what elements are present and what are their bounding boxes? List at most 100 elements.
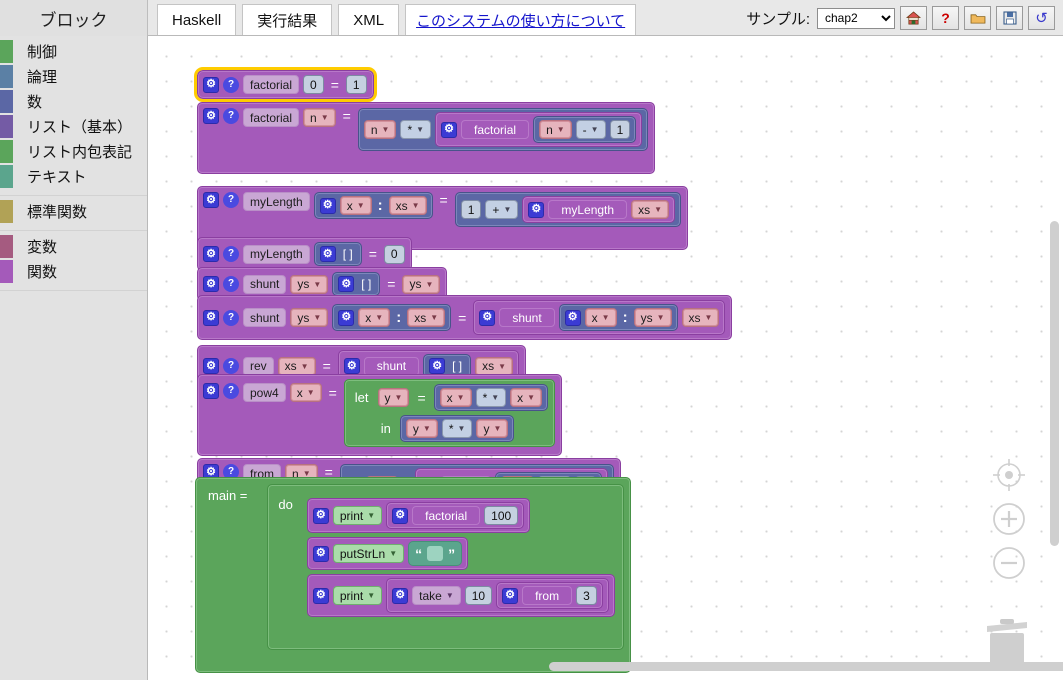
- sidebar-item-variables[interactable]: 変数: [0, 234, 147, 259]
- gear-icon[interactable]: ⚙: [203, 276, 219, 292]
- argument-variable-field[interactable]: xs▼: [475, 357, 513, 376]
- sample-select[interactable]: chap2: [817, 8, 895, 29]
- pattern-head-field[interactable]: x▼: [340, 196, 372, 215]
- help-link-tab[interactable]: このシステムの使い方について: [405, 4, 636, 35]
- tab-xml[interactable]: XML: [338, 4, 399, 35]
- function-definition-block[interactable]: ⚙ ? factorial n▼ = n▼ *▼ ⚙ factorial n▼ …: [197, 102, 655, 174]
- gear-icon[interactable]: ⚙: [203, 246, 219, 262]
- gear-icon[interactable]: ⚙: [203, 358, 219, 374]
- param-variable-field[interactable]: x▼: [290, 383, 322, 402]
- block-main[interactable]: main = do ⚙ print▼ ⚙ factorial 100 ⚙: [195, 477, 631, 673]
- function-call-block[interactable]: ⚙ take▼ 10 ⚙ from 3: [386, 578, 609, 613]
- sidebar-item-logic[interactable]: 論理: [0, 64, 147, 89]
- statement-print-factorial[interactable]: ⚙ print▼ ⚙ factorial 100: [307, 498, 530, 533]
- gear-icon[interactable]: ⚙: [528, 202, 544, 218]
- help-icon[interactable]: ?: [223, 246, 239, 262]
- tab-blocks[interactable]: ブロック: [0, 0, 148, 36]
- operator-dropdown[interactable]: -▼: [576, 120, 606, 139]
- sidebar-item-text[interactable]: テキスト: [0, 164, 147, 189]
- help-icon[interactable]: ?: [932, 6, 959, 30]
- function-call-block[interactable]: ⚙ factorial 100: [386, 502, 524, 529]
- gear-icon[interactable]: ⚙: [203, 108, 219, 124]
- function-call-block[interactable]: ⚙ shunt ⚙ x▼ : ys▼ xs▼: [473, 300, 725, 335]
- math-add-block[interactable]: 1 +▼ ⚙ myLength xs▼: [455, 192, 681, 227]
- operand-variable-field[interactable]: y▼: [406, 419, 438, 438]
- blockly-canvas[interactable]: ⚙ ? factorial 0 = 1 ⚙ ? factorial n▼ = n…: [149, 36, 1063, 680]
- standard-function-dropdown[interactable]: take▼: [412, 586, 461, 605]
- pattern-tail-field[interactable]: xs▼: [407, 308, 445, 327]
- main-definition-block[interactable]: main = do ⚙ print▼ ⚙ factorial 100 ⚙: [195, 477, 631, 673]
- param-variable-field[interactable]: ys▼: [290, 275, 328, 294]
- sidebar-item-functions[interactable]: 関数: [0, 259, 147, 284]
- math-multiply-block[interactable]: n▼ *▼ ⚙ factorial n▼ -▼ 1: [358, 108, 648, 151]
- help-icon[interactable]: ?: [223, 192, 239, 208]
- sidebar-item-control[interactable]: 制御: [0, 39, 147, 64]
- block-factorial-base[interactable]: ⚙ ? factorial 0 = 1: [197, 70, 374, 99]
- function-name-field[interactable]: rev: [243, 357, 274, 376]
- param-variable-field[interactable]: n▼: [303, 108, 336, 127]
- gear-icon[interactable]: ⚙: [338, 276, 354, 292]
- operator-dropdown[interactable]: +▼: [485, 200, 518, 219]
- pattern-head-field[interactable]: x▼: [358, 308, 390, 327]
- help-icon[interactable]: ?: [223, 108, 239, 124]
- list-cons-pattern-block[interactable]: ⚙ x▼ : xs▼: [314, 192, 433, 219]
- list-cons-pattern-block[interactable]: ⚙ x▼ : xs▼: [332, 304, 451, 331]
- function-definition-block[interactable]: ⚙ ? factorial 0 = 1: [197, 70, 374, 99]
- help-icon[interactable]: ?: [223, 310, 239, 326]
- text-literal-block[interactable]: “ ”: [408, 541, 462, 566]
- function-name-field[interactable]: myLength: [243, 245, 310, 264]
- empty-list-block[interactable]: ⚙ [ ]: [332, 272, 380, 296]
- io-function-dropdown[interactable]: putStrLn▼: [333, 544, 404, 563]
- gear-icon[interactable]: ⚙: [203, 77, 219, 93]
- body-value-field[interactable]: 0: [384, 245, 405, 264]
- do-block[interactable]: do ⚙ print▼ ⚙ factorial 100 ⚙ putStrLn▼: [267, 484, 623, 650]
- block-factorial-recursive[interactable]: ⚙ ? factorial n▼ = n▼ *▼ ⚙ factorial n▼ …: [197, 102, 655, 174]
- tab-result[interactable]: 実行結果: [242, 4, 332, 35]
- gear-icon[interactable]: ⚙: [313, 508, 329, 524]
- gear-icon[interactable]: ⚙: [441, 122, 457, 138]
- function-definition-block[interactable]: ⚙ ? shunt ys▼ ⚙ x▼ : xs▼ = ⚙ shunt ⚙ x▼ …: [197, 295, 732, 340]
- gear-icon[interactable]: ⚙: [338, 310, 354, 326]
- io-function-dropdown[interactable]: print▼: [333, 506, 382, 525]
- gear-icon[interactable]: ⚙: [203, 310, 219, 326]
- number-field[interactable]: 10: [465, 586, 492, 605]
- function-name-field[interactable]: shunt: [243, 308, 286, 327]
- argument-variable-field[interactable]: xs▼: [631, 200, 669, 219]
- statement-putstrln[interactable]: ⚙ putStrLn▼ “ ”: [307, 537, 468, 570]
- body-variable-field[interactable]: ys▼: [402, 275, 440, 294]
- gear-icon[interactable]: ⚙: [203, 383, 219, 399]
- gear-icon[interactable]: ⚙: [320, 198, 336, 214]
- help-icon[interactable]: ?: [223, 77, 239, 93]
- number-field[interactable]: 1: [461, 200, 482, 219]
- number-field[interactable]: 100: [484, 506, 518, 525]
- param-variable-field[interactable]: ys▼: [290, 308, 328, 327]
- function-definition-block[interactable]: ⚙ ? pow4 x▼ = let y▼ = x▼ *▼ x▼ in: [197, 374, 562, 456]
- param-variable-field[interactable]: xs▼: [278, 357, 316, 376]
- gear-icon[interactable]: ⚙: [313, 588, 329, 604]
- gear-icon[interactable]: ⚙: [479, 310, 495, 326]
- trash-can-icon[interactable]: [983, 616, 1031, 668]
- help-icon[interactable]: ?: [223, 358, 239, 374]
- operator-dropdown[interactable]: *▼: [476, 388, 507, 407]
- zoom-reset-icon[interactable]: [990, 456, 1028, 494]
- number-field[interactable]: 3: [576, 586, 597, 605]
- help-icon[interactable]: ?: [223, 276, 239, 292]
- gear-icon[interactable]: ⚙: [392, 508, 408, 524]
- function-call-block[interactable]: ⚙ factorial n▼ -▼ 1: [435, 112, 642, 147]
- function-name-field[interactable]: factorial: [243, 75, 299, 94]
- horizontal-scrollbar[interactable]: [549, 662, 1063, 671]
- operand-variable-field[interactable]: x▼: [440, 388, 472, 407]
- sidebar-item-standard-functions[interactable]: 標準関数: [0, 199, 147, 224]
- let-binding-variable[interactable]: y▼: [378, 388, 410, 407]
- zoom-in-icon[interactable]: [990, 500, 1028, 538]
- gear-icon[interactable]: ⚙: [565, 310, 581, 326]
- empty-list-block[interactable]: ⚙ [ ]: [314, 242, 362, 266]
- function-name-field[interactable]: factorial: [243, 108, 299, 127]
- help-icon[interactable]: ?: [223, 383, 239, 399]
- io-function-dropdown[interactable]: print▼: [333, 586, 382, 605]
- block-pow4[interactable]: ⚙ ? pow4 x▼ = let y▼ = x▼ *▼ x▼ in: [197, 374, 562, 456]
- body-value-field[interactable]: 1: [346, 75, 367, 94]
- tab-haskell[interactable]: Haskell: [157, 4, 236, 35]
- math-subtract-block[interactable]: n▼ -▼ 1: [533, 116, 636, 143]
- list-cons-block[interactable]: ⚙ x▼ : ys▼: [559, 304, 678, 331]
